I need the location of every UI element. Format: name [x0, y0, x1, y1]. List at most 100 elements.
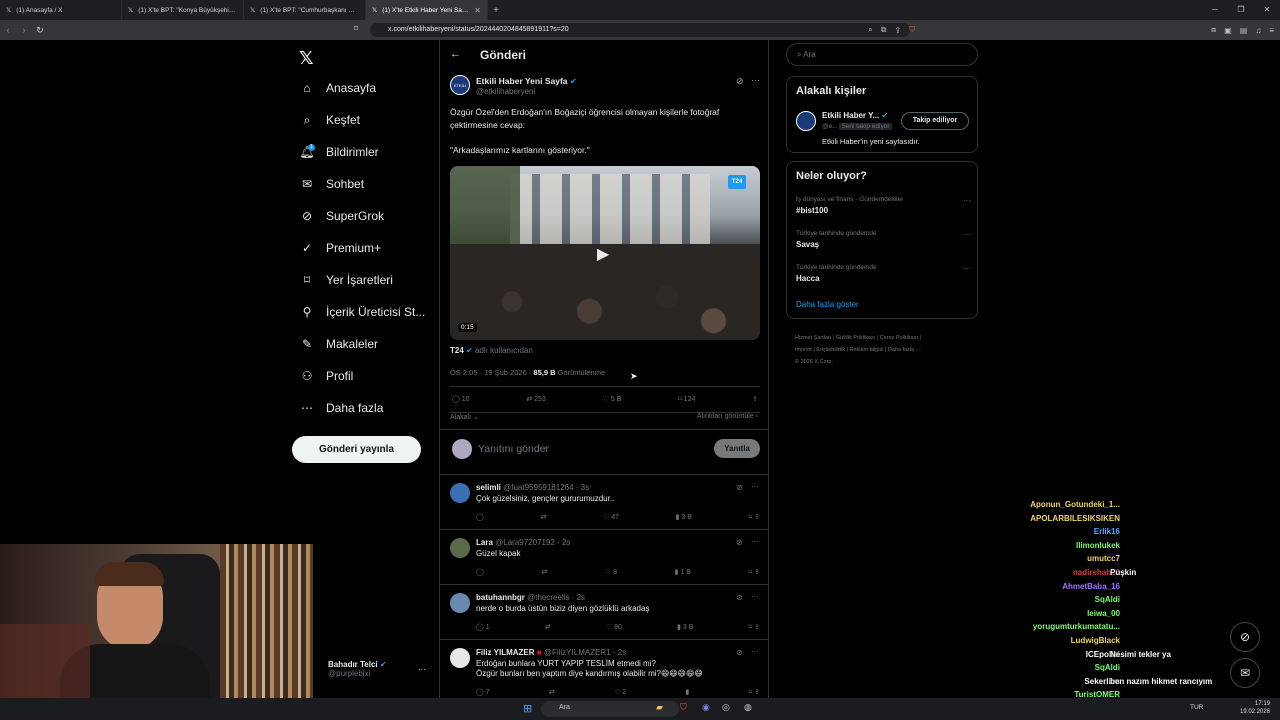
browser-tab-1[interactable]: 𝕏 (1) Anasayfa / X	[0, 0, 122, 20]
sidebar-item-3[interactable]: 🔔︎ 1 Bildirimler	[299, 136, 450, 168]
repost-icon[interactable]: ⇄	[549, 688, 555, 696]
brave-icon[interactable]: ⛉	[680, 702, 687, 713]
maximize-icon[interactable]: ❐	[1228, 0, 1254, 20]
more-dots-icon[interactable]: ···	[751, 647, 759, 656]
more-dots-icon[interactable]: ···	[751, 75, 760, 85]
sidebar-item-1[interactable]: ⌂ Anasayfa	[300, 72, 450, 104]
bookmark-button[interactable]: ⌑ 124	[678, 395, 695, 403]
music-icon[interactable]: ♫	[1255, 26, 1261, 35]
avatar[interactable]	[450, 538, 470, 558]
sidebar-item-10[interactable]: ⚇ Profil	[300, 360, 450, 392]
views-icon[interactable]: ▮	[685, 688, 689, 696]
avatar[interactable]	[796, 111, 816, 131]
sidebar-item-2[interactable]: ⌕ Keşfet	[300, 104, 450, 136]
extensions-icon[interactable]: ⧈	[1211, 25, 1216, 35]
more-dots-icon[interactable]: ···	[751, 537, 759, 546]
sidebar-item-5[interactable]: ⊘ SuperGrok	[300, 200, 450, 232]
grok-chat-icon[interactable]: ⊘	[1230, 622, 1260, 652]
close-window-icon[interactable]: ✕	[1254, 0, 1280, 20]
sidebar-icon[interactable]: ▣	[1224, 26, 1232, 35]
minimize-icon[interactable]: ─	[1202, 0, 1228, 20]
repost-icon[interactable]: ⇄	[541, 568, 547, 576]
close-tab-icon[interactable]: ✕	[474, 6, 481, 15]
post-author[interactable]: Etkili Haber Yeni Sayfa ✔	[476, 76, 577, 87]
grok-icon[interactable]: ⊘	[736, 76, 744, 87]
steam-icon[interactable]: ◎	[722, 702, 730, 713]
like-button[interactable]: ♡ 8	[605, 568, 617, 576]
bookmark-icon[interactable]: ⌑ ⇪	[749, 623, 760, 631]
discord-icon[interactable]: ◉	[702, 702, 710, 713]
trend-item[interactable]: İş dünyası ve finans · Gündemdekiler #bi…	[796, 196, 971, 215]
reload-icon[interactable]: ↻	[32, 25, 48, 36]
bookmark-icon[interactable]: ⌑ ⇪	[749, 513, 760, 521]
play-icon[interactable]: ▶	[597, 244, 609, 264]
avatar[interactable]	[450, 593, 470, 613]
views-button[interactable]: ▮ 3 B	[676, 513, 692, 521]
avatar[interactable]: ETKİLİ	[450, 75, 470, 95]
sidebar-item-6[interactable]: ✓ Premium+	[300, 232, 450, 264]
view-quotes-link[interactable]: Alıntıları görüntüle ›	[697, 413, 758, 420]
more-dots-icon[interactable]: ···	[963, 264, 971, 273]
grok-icon[interactable]: ⊘	[736, 483, 743, 492]
wallet-icon[interactable]: ▤	[1240, 26, 1248, 35]
reply-button[interactable]: ◯ 1	[476, 623, 490, 631]
reply-icon[interactable]: ◯	[476, 568, 484, 576]
more-dots-icon[interactable]: ···	[751, 482, 759, 491]
post-button[interactable]: Gönderi yayınla	[292, 436, 421, 463]
browser-tab-3[interactable]: 𝕏 (1) X'te BPT: "Cumhurbaşkanı Erdoğ...	[244, 0, 366, 20]
sidebar-item-11[interactable]: ⋯ Daha fazla	[300, 392, 450, 424]
more-dots-icon[interactable]: ···	[963, 196, 971, 205]
language-indicator[interactable]: TUR	[1190, 704, 1203, 711]
like-button[interactable]: ♡ 2	[614, 688, 626, 696]
reply-button[interactable]: ◯ 10	[452, 395, 470, 403]
share-icon[interactable]: ⇪	[894, 26, 901, 35]
browser-tab-2[interactable]: 𝕏 (1) X'te BPT: "Konya Büyükşehir Bele...	[122, 0, 244, 20]
show-more-link[interactable]: Daha fazla göster	[796, 300, 859, 309]
reply-input[interactable]: Yanıtını gönder	[478, 443, 549, 455]
new-tab-button[interactable]: +	[488, 5, 504, 16]
following-button[interactable]: Takip ediliyor	[901, 112, 969, 130]
avatar[interactable]	[450, 483, 470, 503]
reply-button[interactable]: ◯ 7	[476, 688, 490, 696]
zoom-icon[interactable]: ⌕	[868, 25, 872, 35]
sidebar-item-7[interactable]: ⌑ Yer İşaretleri	[300, 264, 450, 296]
avatar[interactable]	[450, 648, 470, 668]
footer-links[interactable]: Hizmet Şartları | Gizlilik Politikası | …	[795, 332, 921, 368]
like-button[interactable]: ♡ 90	[606, 623, 622, 631]
share-icon[interactable]: ⇪	[752, 395, 758, 403]
video-source[interactable]: T24 ✔ adlı kullanıcıdan	[450, 346, 533, 355]
browser-tab-4[interactable]: 𝕏 (1) X'te Etkili Haber Yeni Sayfa: "Ö...…	[366, 0, 488, 20]
sidebar-item-8[interactable]: ⚲ İçerik Üreticisi St...	[300, 296, 450, 328]
bookmark-icon[interactable]: ⌑ ⇪	[749, 568, 760, 576]
sidebar-item-4[interactable]: ✉ Sohbet	[300, 168, 450, 200]
trend-item[interactable]: Türkiye tarihinde gündemde Savaş ···	[796, 230, 971, 249]
obs-icon[interactable]: ◍	[744, 702, 752, 713]
grok-icon[interactable]: ⊘	[736, 593, 743, 602]
like-button[interactable]: ♡ 5 B	[603, 395, 622, 403]
views-button[interactable]: ▮ 3 B	[677, 623, 693, 631]
more-dots-icon[interactable]: ···	[751, 592, 759, 601]
account-switcher[interactable]: Bahadır Telci ✔ @purplebixi ···	[328, 660, 438, 678]
forward-icon[interactable]: ›	[16, 25, 32, 35]
more-dots-icon[interactable]: ···	[963, 230, 971, 239]
bookmark-icon[interactable]: ⌑ ⇪	[749, 688, 760, 696]
back-arrow-icon[interactable]: ←	[450, 48, 461, 60]
video-player[interactable]: ▶ T24 0:15	[450, 166, 760, 340]
windows-start-icon[interactable]: ⊞	[523, 702, 532, 715]
post-handle[interactable]: @etkilihaberyeni	[476, 87, 535, 96]
like-button[interactable]: ♡ 47	[603, 513, 619, 521]
relevance-dropdown[interactable]: Alakalı ⌄	[450, 413, 479, 421]
reply-button[interactable]: Yanıtla	[714, 439, 760, 458]
clock[interactable]: 17:19 19.02.2026	[1240, 700, 1270, 716]
repost-button[interactable]: ⇄ 253	[526, 395, 546, 403]
sidebar-item-9[interactable]: ✎ Makaleler	[300, 328, 450, 360]
reply-icon[interactable]: ◯	[476, 513, 484, 521]
reply-item[interactable]: batuhannbgr @thecreells · 2s nerde o bur…	[440, 584, 768, 639]
menu-icon[interactable]: ≡	[1269, 26, 1274, 35]
search-input[interactable]: ⌕ Ara	[786, 43, 978, 66]
related-name[interactable]: Etkili Haber Y... ✔	[822, 111, 888, 120]
messages-icon[interactable]: ✉	[1230, 658, 1260, 688]
translate-icon[interactable]: ⧉	[881, 25, 887, 35]
repost-icon[interactable]: ⇄	[540, 513, 546, 521]
url-field[interactable]: x.com/etkilihaberyeni/status/20244402048…	[370, 23, 910, 37]
